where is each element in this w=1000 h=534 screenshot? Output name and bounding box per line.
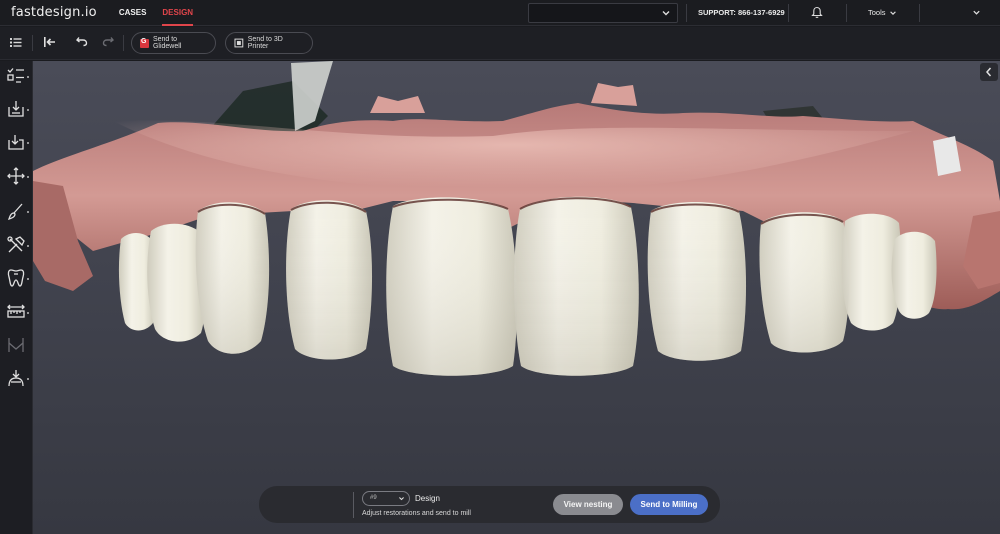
import-icon[interactable] [6,99,26,119]
divider [846,4,847,22]
send-to-glidewell-button[interactable]: Send to Glidewell [131,32,216,54]
workflow-bar: #9 Design Adjust restorations and send t… [259,486,720,523]
divider [123,35,124,51]
rail-dot [27,142,29,144]
case-select[interactable] [528,3,678,23]
tab-design[interactable]: DESIGN [162,0,193,26]
tooth-select-value: #9 [370,495,377,501]
tools-menu[interactable]: Tools [868,0,897,26]
list-icon[interactable] [9,35,23,49]
chevron-down-icon [662,11,670,16]
step-title: Design [415,494,440,503]
chevron-down-icon [399,497,404,501]
divider [686,4,687,22]
app-logo[interactable]: fastdesign.io [11,5,97,20]
printer-icon [234,38,244,48]
tooth-icon[interactable] [6,268,26,288]
redo-icon[interactable] [101,35,115,49]
export-icon[interactable] [6,132,26,152]
account-chevron-icon[interactable] [972,8,981,17]
left-tool-rail [0,61,33,534]
chevron-down-icon [889,11,896,15]
divider [788,4,789,22]
toolbar: Send to Glidewell Send to 3D Printer [0,27,1000,60]
glidewell-logo-icon [140,38,149,48]
undo-icon[interactable] [75,35,89,49]
view-nesting-button[interactable]: View nesting [553,494,623,515]
rail-dot [27,211,29,213]
rail-dot [27,378,29,380]
chevron-left-icon [986,67,992,77]
rail-dot [27,176,29,178]
jump-to-start-icon[interactable] [42,35,58,49]
send-to-3d-printer-label: Send to 3D Printer [247,36,283,50]
ruler-icon[interactable] [6,302,26,322]
dental-model-render[interactable] [33,61,1000,534]
support-phone: SUPPORT: 866-137-6929 [698,8,785,17]
rail-dot [27,312,29,314]
tools-icon[interactable] [6,235,26,255]
checklist-icon[interactable] [6,66,26,86]
bridge-icon[interactable] [6,335,26,355]
step-subtitle: Adjust restorations and send to mill [362,510,471,517]
tooth-select[interactable]: #9 [362,491,410,506]
rail-dot [27,278,29,280]
tools-label: Tools [868,8,886,17]
send-to-glidewell-label: Send to Glidewell [152,36,182,50]
send-to-milling-button[interactable]: Send to Milling [630,494,708,515]
rail-dot [27,76,29,78]
divider [353,492,354,518]
tooth-crown[interactable] [891,231,937,319]
collapse-panel-button[interactable] [980,63,998,81]
divider [32,35,33,51]
bell-icon[interactable] [811,6,823,19]
top-bar: fastdesign.io CASES DESIGN SUPPORT: 866-… [0,0,1000,26]
tab-cases[interactable]: CASES [119,0,147,26]
send-to-3d-printer-button[interactable]: Send to 3D Printer [225,32,313,54]
rail-dot [27,109,29,111]
3d-viewport[interactable] [33,61,1000,534]
rail-dot [27,245,29,247]
brush-icon[interactable] [6,201,26,221]
morph-icon[interactable] [6,368,26,388]
move-icon[interactable] [6,166,26,186]
divider [919,4,920,22]
